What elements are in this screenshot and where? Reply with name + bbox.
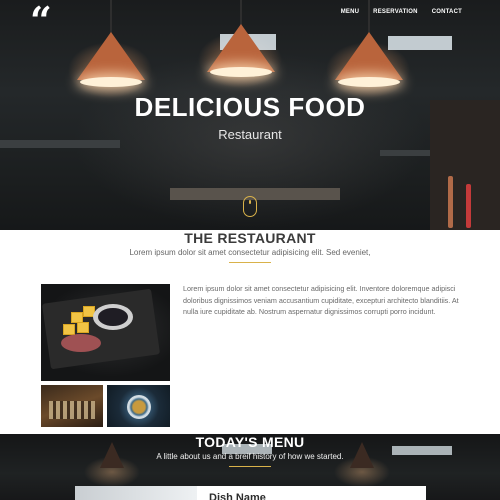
restaurant-photo-thumbnail <box>41 385 103 427</box>
pendant-lamp <box>335 32 403 80</box>
menu-heading: TODAY'S MENU <box>195 434 305 450</box>
top-nav: MENU RESERVATION CONTACT <box>341 9 462 15</box>
section-divider <box>229 466 271 467</box>
dish-image <box>75 486 197 500</box>
pendant-lamp <box>77 32 145 80</box>
lamp-light <box>80 77 142 87</box>
section-divider <box>229 262 271 263</box>
hero-title: DELICIOUS FOOD <box>134 92 366 122</box>
lamp-light <box>338 77 400 87</box>
scroll-down-icon[interactable] <box>243 196 257 217</box>
hero-subtitle: Restaurant <box>218 127 282 142</box>
dish-card[interactable]: Dish Name <box>75 486 426 500</box>
bottle <box>448 176 453 228</box>
nav-reservation-link[interactable]: RESERVATION <box>373 9 418 15</box>
lamp-light <box>210 67 272 77</box>
menu-subheading: A little about us and a breif history of… <box>156 452 344 461</box>
nav-contact-link[interactable]: CONTACT <box>432 9 462 15</box>
restaurant-heading: THE RESTAURANT <box>184 230 316 246</box>
bottle <box>466 184 471 228</box>
dish-name: Dish Name <box>209 492 266 500</box>
pendant-lamp <box>207 24 275 72</box>
dish-photo-thumbnail <box>107 385 170 427</box>
restaurant-description: Lorem ipsum dolor sit amet consectetur a… <box>183 284 459 316</box>
cheese-platter-image <box>41 284 170 381</box>
hero-banner: “ MENU RESERVATION CONTACT DELICIOUS FOO… <box>0 0 500 230</box>
logo-quote-icon[interactable]: “ <box>30 2 52 40</box>
nav-menu-link[interactable]: MENU <box>341 9 359 15</box>
restaurant-subheading: Lorem ipsum dolor sit amet consectetur a… <box>129 248 371 257</box>
